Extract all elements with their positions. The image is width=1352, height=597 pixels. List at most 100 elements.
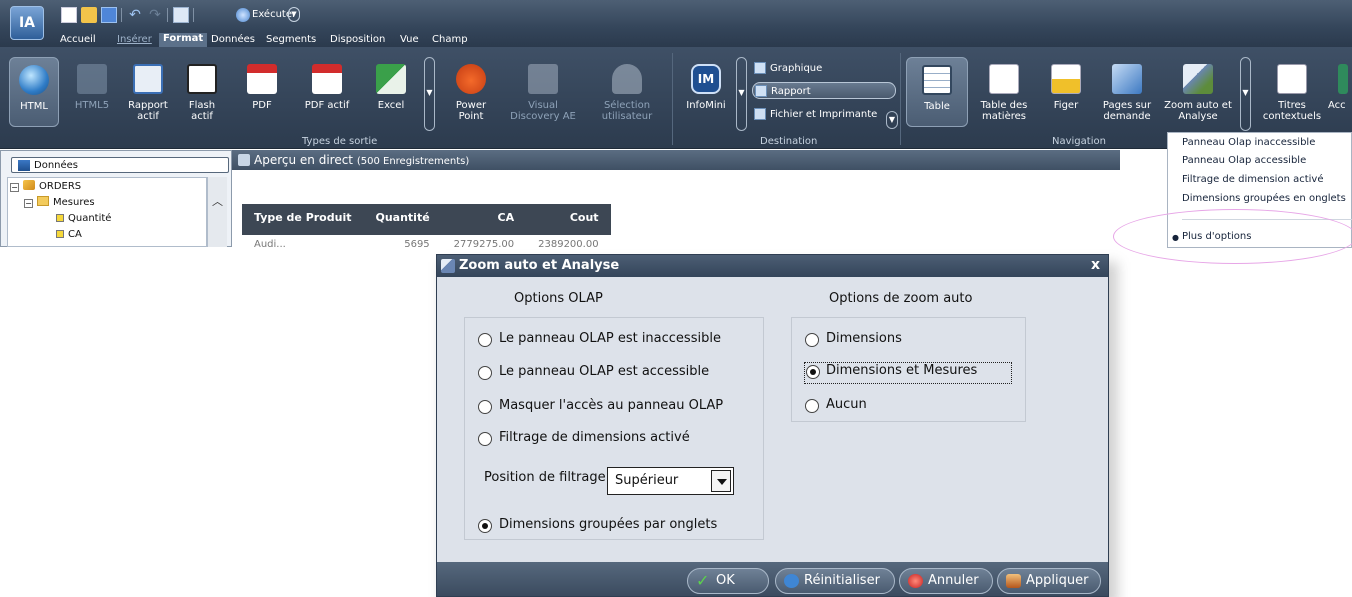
tab-donnees[interactable]: Données [211, 34, 255, 45]
close-icon[interactable]: x [1091, 257, 1100, 273]
chart-icon [754, 62, 766, 74]
radio-icon[interactable] [805, 333, 819, 347]
collapse-icon[interactable]: − [10, 183, 19, 192]
zoom-analysis-button[interactable]: Zoom auto et Analyse [1160, 57, 1236, 122]
radio-zoom-dimensions-measures[interactable]: Dimensions et Mesures [804, 362, 1012, 384]
excel-dropdown-button[interactable]: ▼ [424, 57, 435, 131]
column-header[interactable]: CA [441, 204, 527, 235]
pdf-button-label: PDF [252, 100, 272, 111]
destination-rapport[interactable]: Rapport [752, 82, 896, 99]
ok-button[interactable]: ✓ OK [687, 568, 769, 594]
preview-icon[interactable] [173, 7, 189, 23]
accessibility-button[interactable]: Acc [1328, 57, 1352, 111]
record-count: (500 Enregistrements) [356, 156, 470, 167]
radio-icon[interactable] [806, 365, 820, 379]
table-icon [922, 65, 952, 95]
undo-icon[interactable]: ↶ [127, 7, 143, 23]
table-header-row: Type de Produit Quantité CA Cout [242, 204, 611, 235]
column-header[interactable]: Type de Produit [242, 204, 364, 235]
radio-icon[interactable] [805, 399, 819, 413]
scroll-up-icon[interactable]: ︿ [212, 193, 223, 209]
tab-inserer[interactable]: Insérer [117, 34, 152, 45]
live-preview-pane: Aperçu en direct (500 Enregistrements) T… [232, 150, 1120, 250]
toolbar-separator [167, 8, 168, 22]
open-folder-icon[interactable] [81, 7, 97, 23]
cancel-icon [908, 574, 923, 588]
zoom-analysis-dropdown-button[interactable]: ▼ [1240, 57, 1251, 131]
tree-node-label: Mesures [53, 197, 95, 208]
toc-button[interactable]: Table des matières [978, 57, 1030, 122]
filter-position-value: Supérieur [615, 473, 679, 488]
table-cell: 2389200.00 [538, 239, 599, 250]
zoom-options-title: Options de zoom auto [829, 291, 973, 306]
menu-item-dimension-filtering[interactable]: Filtrage de dimension activé [1182, 174, 1323, 185]
data-panel-tab[interactable]: Données [11, 157, 229, 173]
live-preview-title-text: Aperçu en direct [254, 153, 354, 167]
table-nav-button[interactable]: Table [906, 57, 968, 127]
tree-scrollbar[interactable]: ︿ [207, 177, 227, 247]
contextual-titles-button[interactable]: Titres contextuels [1262, 57, 1322, 122]
destination-dropdown-button[interactable]: ▼ [886, 111, 898, 129]
reset-icon [784, 574, 799, 588]
column-header[interactable]: Quantité [363, 204, 442, 235]
menu-item-grouped-dimensions[interactable]: Dimensions groupées en onglets [1182, 193, 1346, 204]
tree-node-ca[interactable]: CA [54, 228, 82, 242]
radio-icon[interactable] [478, 519, 492, 533]
app-logo[interactable]: IA [10, 6, 44, 40]
pages-on-demand-button[interactable]: Pages sur demande [1098, 57, 1156, 122]
flash-active-button[interactable]: Flash actif [180, 57, 224, 122]
html-button[interactable]: HTML [9, 57, 59, 127]
powerpoint-button[interactable]: Power Point [444, 57, 498, 122]
new-document-icon[interactable] [61, 7, 77, 23]
freeze-button[interactable]: Figer [1046, 57, 1086, 111]
flash-icon [187, 64, 217, 94]
radio-icon[interactable] [478, 333, 492, 347]
file-printer-icon [754, 108, 766, 120]
powerpoint-icon [456, 64, 486, 94]
tree-node-quantite[interactable]: Quantité [54, 212, 111, 226]
pdf-button[interactable]: PDF [242, 57, 282, 111]
save-icon[interactable] [101, 7, 117, 23]
radio-label: Aucun [826, 397, 867, 412]
live-preview-header: Aperçu en direct (500 Enregistrements) [232, 150, 1120, 170]
destination-fichier-label: Fichier et Imprimante [770, 109, 878, 120]
tab-disposition[interactable]: Disposition [330, 34, 385, 45]
apply-button[interactable]: Appliquer [997, 568, 1101, 594]
measure-icon [56, 214, 64, 222]
run-dropdown-button[interactable]: ▼ [288, 7, 300, 22]
dialog-title: Zoom auto et Analyse [459, 258, 620, 273]
chevron-down-icon[interactable] [711, 470, 731, 492]
infomini-dropdown-button[interactable]: ▼ [736, 57, 747, 131]
excel-button[interactable]: Excel [369, 57, 413, 111]
infomini-button[interactable]: IM InfoMini [682, 57, 730, 111]
tree-node-mesures[interactable]: − Mesures [24, 196, 95, 210]
radio-icon[interactable] [478, 400, 492, 414]
zoom-analysis-dialog: Zoom auto et Analyse x Options OLAP Le p… [436, 254, 1109, 597]
tab-format[interactable]: Format [159, 33, 208, 47]
pdf-active-button[interactable]: PDF actif [299, 57, 355, 111]
radio-label: Le panneau OLAP est inaccessible [499, 331, 721, 346]
filter-position-label: Position de filtrage [484, 470, 606, 485]
active-report-button[interactable]: Rapport actif [126, 57, 170, 122]
accessibility-button-label: Acc [1328, 100, 1346, 111]
tab-champ[interactable]: Champ [432, 34, 468, 45]
tab-segments[interactable]: Segments [266, 34, 316, 45]
tree-node-orders[interactable]: − ORDERS [10, 180, 81, 194]
menu-item-olap-inaccessible[interactable]: Panneau Olap inaccessible [1182, 137, 1315, 148]
tab-vue[interactable]: Vue [400, 34, 419, 45]
filter-position-select[interactable]: Supérieur [607, 467, 734, 495]
cancel-button[interactable]: Annuler [899, 568, 993, 594]
run-icon[interactable] [236, 8, 250, 22]
menu-item-olap-accessible[interactable]: Panneau Olap accessible [1182, 155, 1306, 166]
dialog-title-bar[interactable]: Zoom auto et Analyse x [437, 255, 1108, 277]
tab-accueil[interactable]: Accueil [60, 34, 96, 45]
column-header[interactable]: Cout [526, 204, 611, 235]
pdf-active-icon [312, 64, 342, 94]
destination-fichier[interactable]: Fichier et Imprimante [752, 106, 877, 123]
collapse-icon[interactable]: − [24, 199, 33, 208]
reset-button[interactable]: Réinitialiser [775, 568, 895, 594]
contextual-titles-button-label: Titres contextuels [1262, 100, 1322, 122]
radio-icon[interactable] [478, 366, 492, 380]
destination-graphique[interactable]: Graphique [752, 60, 822, 77]
radio-icon[interactable] [478, 432, 492, 446]
